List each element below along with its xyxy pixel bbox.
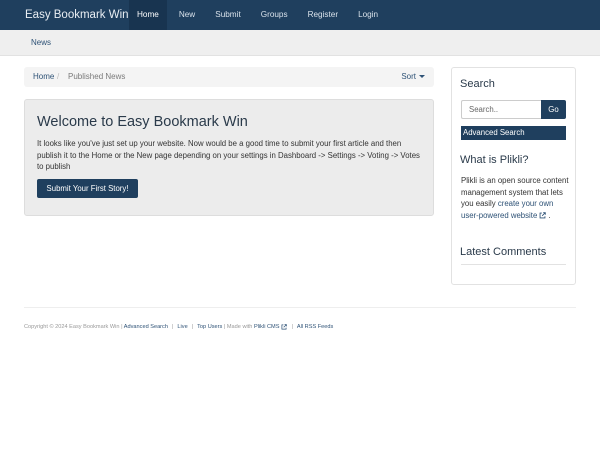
external-link-icon (281, 323, 288, 329)
category-subnav: News (0, 30, 600, 56)
sort-label: Sort (401, 72, 416, 81)
nav-login[interactable]: Login (350, 0, 386, 30)
welcome-jumbotron: Welcome to Easy Bookmark Win It looks li… (24, 99, 434, 216)
submit-first-story-button[interactable]: Submit Your First Story! (37, 179, 138, 198)
footer-live-link[interactable]: Live (177, 324, 187, 330)
caret-down-icon (419, 75, 425, 79)
about-heading: What is Plikli? (460, 154, 529, 166)
brand-link[interactable]: Easy Bookmark Win (25, 0, 129, 30)
footer-plikli-link-text: Plikli CMS (253, 324, 280, 330)
search-heading: Search (460, 78, 495, 90)
nav-groups[interactable]: Groups (253, 0, 296, 30)
nav-home[interactable]: Home (129, 0, 167, 30)
sort-dropdown[interactable]: Sort (401, 67, 425, 87)
breadcrumb-current: Published News (68, 72, 126, 81)
footer-divider (24, 307, 576, 308)
about-after: . (546, 210, 551, 220)
latest-comments-divider (461, 264, 566, 265)
top-navbar: Easy Bookmark Win Home New Submit Groups… (0, 0, 600, 30)
footer-separator: | (171, 324, 174, 330)
welcome-text: It looks like you've just set up your we… (37, 139, 420, 171)
nav-submit[interactable]: Submit (207, 0, 248, 30)
latest-comments-heading: Latest Comments (460, 246, 547, 258)
advanced-search-button[interactable]: Advanced Search (461, 126, 566, 140)
footer-top-users-link[interactable]: Top Users (197, 324, 222, 330)
breadcrumb-separator: / (57, 72, 60, 81)
footer-copyright: Copyright © 2024 Easy Bookmark Win | (24, 324, 123, 330)
subnav-news[interactable]: News (31, 30, 51, 56)
sidebar: Search Go Advanced Search What is Plikli… (451, 67, 576, 285)
breadcrumb: Home / Published News Sort (24, 67, 434, 87)
welcome-title: Welcome to Easy Bookmark Win (37, 114, 248, 130)
footer-rss-link[interactable]: All RSS Feeds (297, 324, 333, 330)
footer-separator: | (191, 324, 194, 330)
footer-advanced-search-link[interactable]: Advanced Search (124, 324, 168, 330)
nav-new[interactable]: New (171, 0, 203, 30)
search-go-button[interactable]: Go (541, 100, 566, 119)
footer: Copyright © 2024 Easy Bookmark Win | Adv… (24, 322, 333, 332)
footer-separator: | (291, 324, 293, 330)
search-input[interactable] (461, 100, 541, 119)
footer-plikli-link[interactable]: Plikli CMS (253, 323, 288, 330)
footer-made-with: | Made with (223, 324, 253, 330)
main-nav: Home New Submit Groups Register Login (129, 0, 390, 30)
nav-register[interactable]: Register (300, 0, 347, 30)
breadcrumb-home[interactable]: Home (33, 67, 54, 87)
about-text: Plikli is an open source content managem… (461, 175, 571, 221)
